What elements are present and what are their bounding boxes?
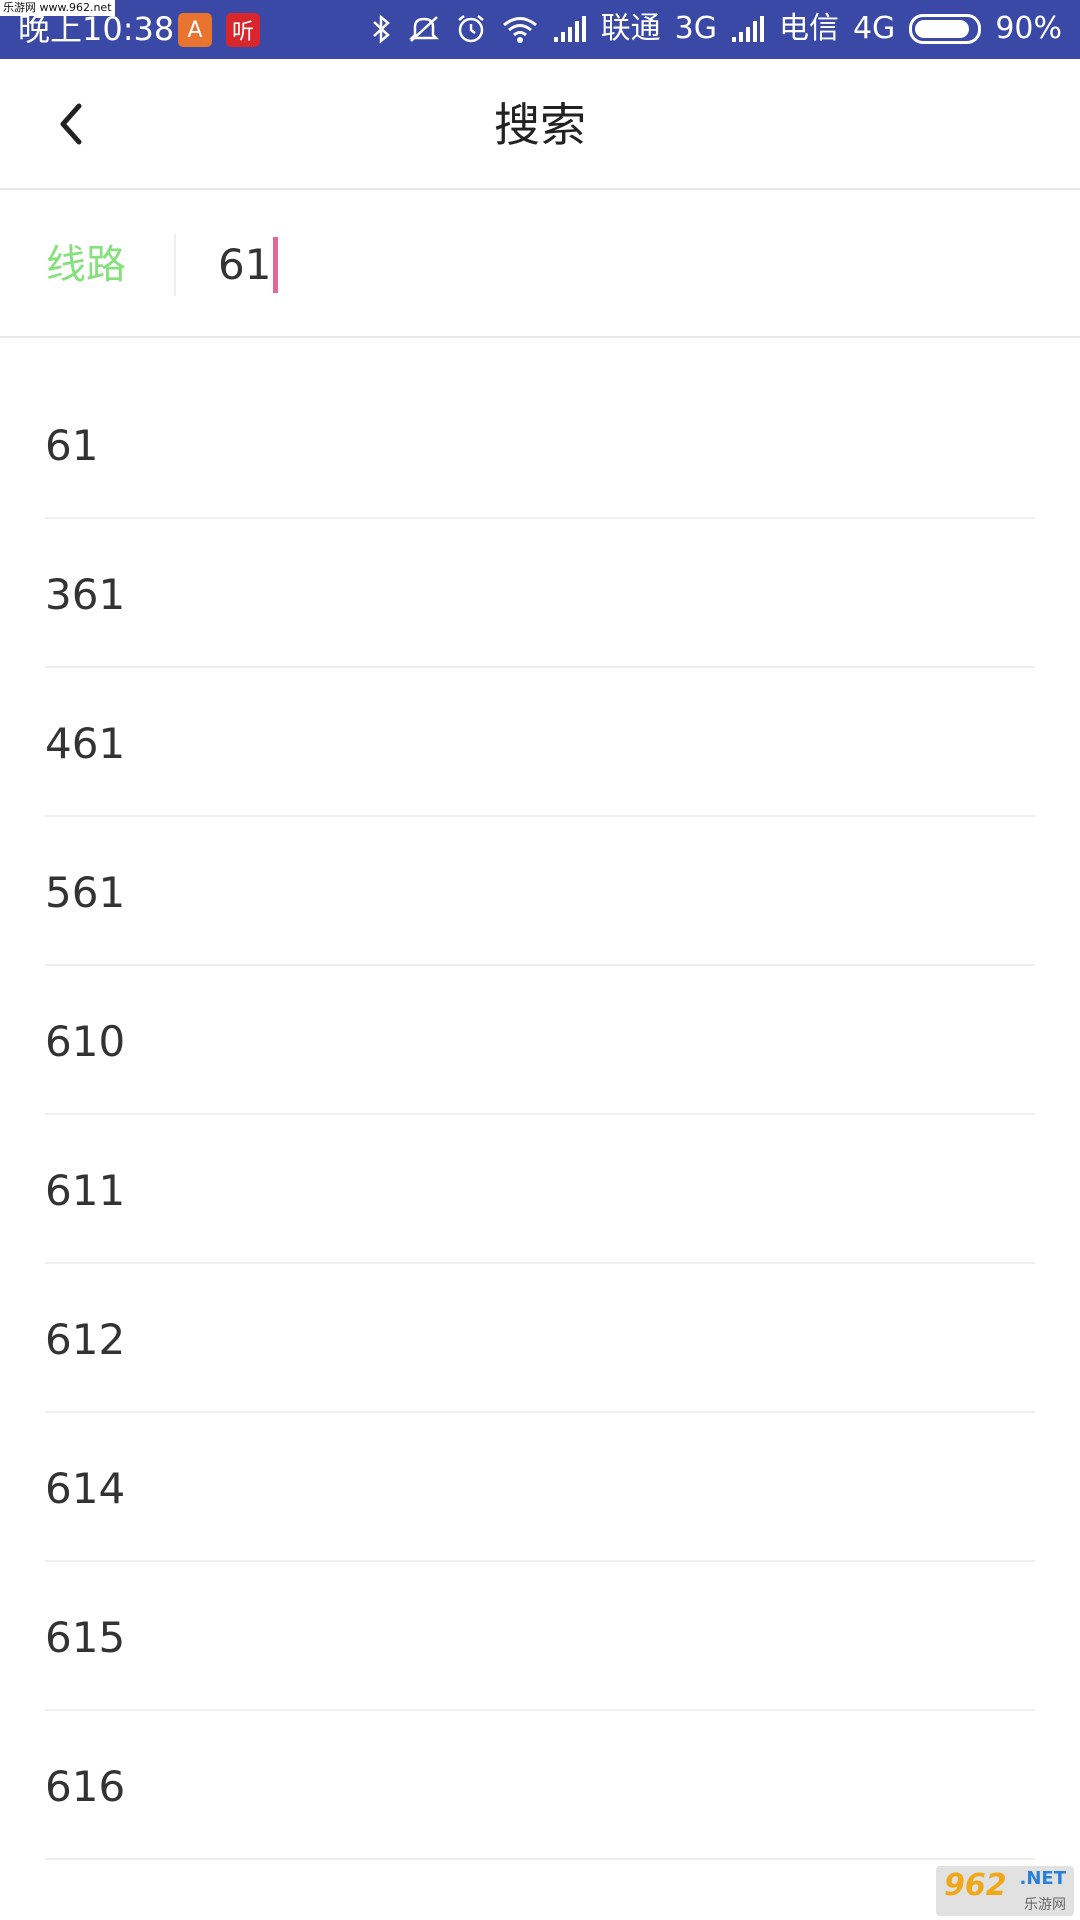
network-type-1: 3G bbox=[674, 11, 717, 46]
result-list: 61 361 461 561 610 611 612 614 615 616 bbox=[0, 370, 1080, 1860]
list-item[interactable]: 561 bbox=[45, 817, 1035, 966]
mute-icon bbox=[407, 13, 441, 45]
list-item-label: 615 bbox=[45, 1613, 126, 1662]
watermark-net: .NET bbox=[1019, 1868, 1066, 1889]
battery-icon bbox=[909, 14, 982, 44]
watermark-sub: 乐游网 bbox=[1024, 1897, 1066, 1913]
battery-percent: 90% bbox=[995, 11, 1062, 46]
search-input-value: 61 bbox=[218, 240, 272, 289]
title-bar: 搜索 bbox=[0, 59, 1080, 190]
list-item-label: 612 bbox=[45, 1315, 126, 1364]
list-item-label: 611 bbox=[45, 1166, 126, 1215]
bluetooth-icon bbox=[371, 13, 393, 45]
shield-app-icon: A bbox=[178, 13, 212, 47]
list-item[interactable]: 61 bbox=[45, 370, 1035, 519]
list-item-label: 361 bbox=[45, 570, 126, 619]
list-item-label: 616 bbox=[45, 1762, 126, 1811]
list-item[interactable]: 616 bbox=[45, 1711, 1035, 1860]
listen-app-icon: 听 bbox=[226, 13, 260, 47]
list-item-label: 461 bbox=[45, 719, 126, 768]
list-item[interactable]: 361 bbox=[45, 519, 1035, 668]
list-item-label: 614 bbox=[45, 1464, 126, 1513]
wifi-icon bbox=[501, 14, 539, 44]
signal-icon bbox=[553, 15, 587, 43]
status-bar: 乐游网 www.962.net 晚上10:38 A 听 联通 3G 电信 4G … bbox=[0, 0, 1080, 59]
search-divider bbox=[174, 234, 176, 296]
watermark-number: 962 bbox=[944, 1868, 1007, 1903]
list-item-label: 61 bbox=[45, 421, 99, 470]
list-item[interactable]: 461 bbox=[45, 668, 1035, 817]
list-item[interactable]: 610 bbox=[45, 966, 1035, 1115]
list-item[interactable]: 612 bbox=[45, 1264, 1035, 1413]
search-row: 线路 61 bbox=[0, 192, 1080, 338]
status-right: 联通 3G 电信 4G 90% bbox=[371, 9, 1062, 49]
search-input[interactable]: 61 bbox=[218, 232, 1038, 298]
alarm-icon bbox=[455, 13, 487, 45]
list-item-label: 610 bbox=[45, 1017, 126, 1066]
network-type-2: 4G bbox=[852, 11, 896, 46]
watermark-top: 乐游网 www.962.net bbox=[0, 0, 115, 16]
watermark-bottom: 962 .NET 乐游网 bbox=[936, 1866, 1074, 1916]
list-item[interactable]: 614 bbox=[45, 1413, 1035, 1562]
list-item[interactable]: 615 bbox=[45, 1562, 1035, 1711]
text-caret bbox=[273, 237, 279, 293]
signal-icon bbox=[731, 15, 765, 43]
carrier-2: 电信 bbox=[778, 11, 839, 46]
list-item-label: 561 bbox=[45, 868, 126, 917]
carrier-1: 联通 bbox=[600, 11, 661, 46]
page-title: 搜索 bbox=[494, 98, 586, 152]
battery-fill bbox=[915, 20, 970, 38]
search-type-selector[interactable]: 线路 bbox=[46, 238, 126, 292]
list-item[interactable]: 611 bbox=[45, 1115, 1035, 1264]
